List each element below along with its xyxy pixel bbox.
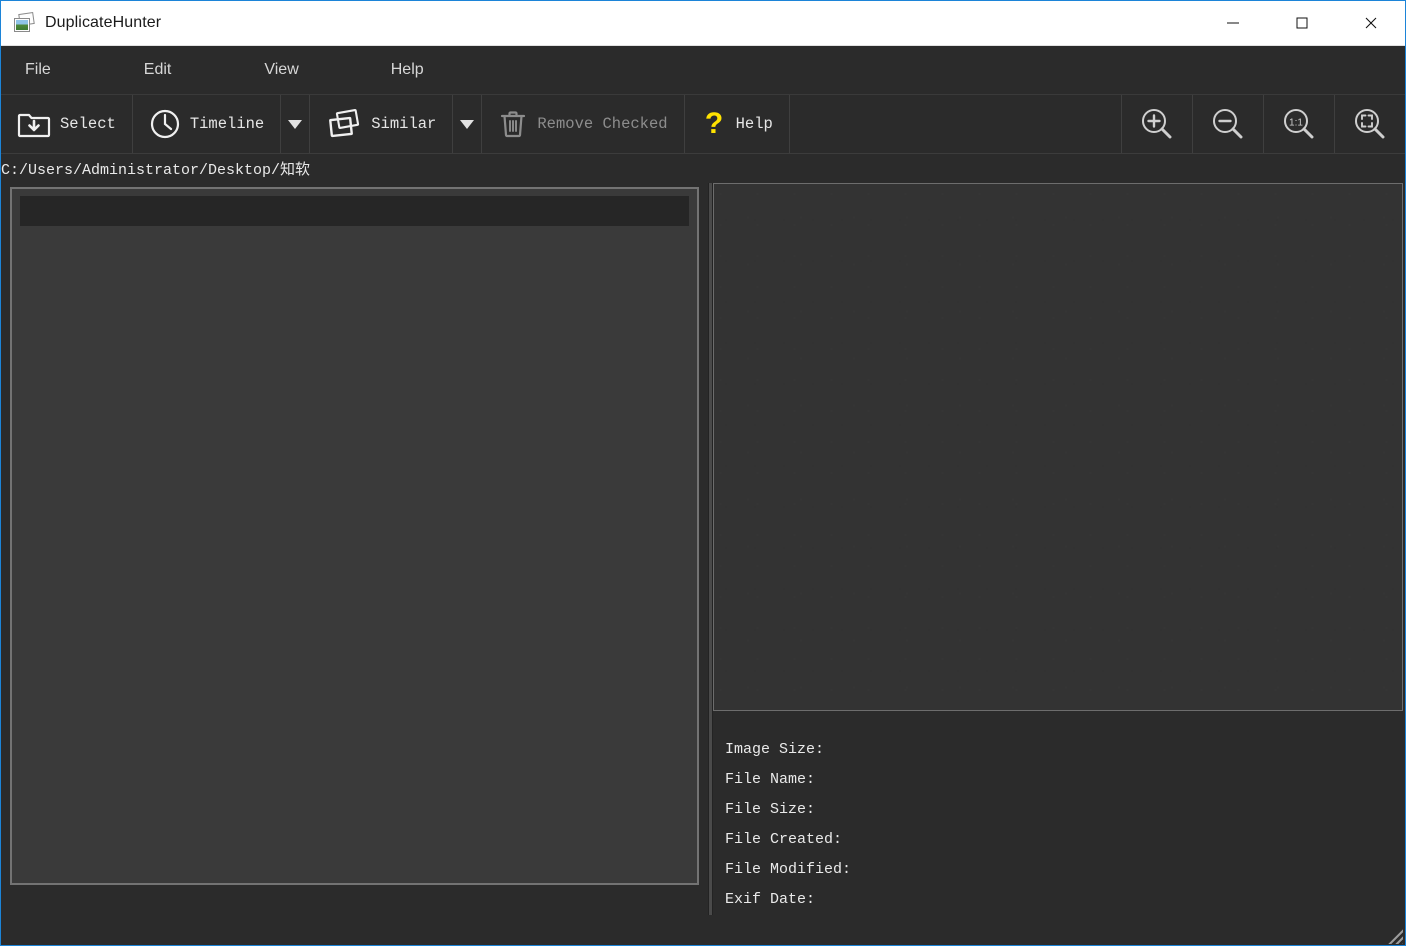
timeline-dropdown-button[interactable] — [281, 95, 311, 153]
path-bar: C:/Users/Administrator/Desktop/知软 — [1, 154, 1405, 183]
zoom-in-button[interactable] — [1121, 95, 1192, 153]
similar-button-label: Similar — [371, 115, 437, 133]
clock-icon — [150, 109, 179, 139]
menu-bar: File Edit View Help — [1, 46, 1405, 95]
menu-item-file[interactable]: File — [15, 57, 61, 83]
zoom-fit-button[interactable] — [1334, 95, 1405, 153]
preview-pane: Image Size: File Name: File Size: File C… — [713, 183, 1405, 945]
zoom-in-icon — [1142, 109, 1172, 139]
metadata-row-file-created: File Created: — [725, 831, 843, 848]
image-preview-area[interactable] — [713, 183, 1403, 711]
svg-text:1:1: 1:1 — [1289, 118, 1303, 129]
photos-stack-icon — [13, 12, 35, 34]
select-button[interactable]: Select — [1, 95, 133, 153]
metadata-row-exif-date: Exif Date: — [725, 891, 816, 908]
remove-checked-button-label: Remove Checked — [537, 115, 668, 133]
zoom-actual-size-button[interactable]: 1:1 — [1263, 95, 1334, 153]
maximize-icon — [1296, 17, 1307, 29]
minimize-button[interactable] — [1198, 1, 1267, 45]
resize-grip-icon[interactable] — [1385, 926, 1403, 944]
application-window: DuplicateHunter File Edit View Help Sele… — [0, 0, 1406, 946]
window-title: DuplicateHunter — [45, 14, 162, 31]
main-content: Image Size: File Name: File Size: File C… — [1, 183, 1405, 945]
trash-icon — [501, 111, 526, 138]
toolbar: Select Timeline Similar Remove Checked ?… — [1, 95, 1405, 154]
file-list-panel[interactable] — [10, 187, 699, 885]
title-bar: DuplicateHunter — [1, 1, 1405, 46]
metadata-row-file-modified: File Modified: — [725, 861, 852, 878]
close-button[interactable] — [1336, 1, 1405, 45]
zoom-one-to-one-icon: 1:1 — [1284, 109, 1314, 139]
folder-download-icon — [17, 113, 51, 138]
metadata-row-image-size: Image Size: — [725, 741, 825, 758]
file-list-body[interactable] — [12, 226, 697, 883]
status-bar — [1, 915, 1405, 945]
timeline-button[interactable]: Timeline — [133, 95, 282, 153]
file-list-pane — [1, 183, 708, 915]
file-list-header — [20, 196, 689, 226]
svg-text:?: ? — [704, 107, 722, 140]
help-button[interactable]: ? Help — [685, 95, 790, 153]
window-controls — [1198, 1, 1405, 45]
menu-item-view[interactable]: View — [254, 57, 308, 83]
photos-stack-icon — [329, 109, 360, 138]
zoom-out-button[interactable] — [1192, 95, 1263, 153]
similar-dropdown-button[interactable] — [453, 95, 483, 153]
close-icon — [1365, 17, 1376, 29]
zoom-fit-to-window-icon — [1355, 109, 1385, 139]
chevron-down-icon — [460, 119, 475, 129]
help-button-label: Help — [735, 115, 773, 133]
menu-item-help[interactable]: Help — [381, 57, 434, 83]
metadata-panel: Image Size: File Name: File Size: File C… — [713, 711, 1405, 945]
chevron-down-icon — [288, 119, 303, 129]
zoom-out-icon — [1213, 109, 1243, 139]
current-folder-path: C:/Users/Administrator/Desktop/知软 — [1, 162, 311, 179]
metadata-row-file-size: File Size: — [725, 801, 816, 818]
metadata-row-file-name: File Name: — [725, 771, 816, 788]
similar-button[interactable]: Similar — [310, 95, 454, 153]
maximize-button[interactable] — [1267, 1, 1336, 45]
timeline-button-label: Timeline — [189, 115, 265, 133]
select-button-label: Select — [60, 115, 116, 133]
remove-checked-button[interactable]: Remove Checked — [482, 95, 685, 153]
minimize-icon — [1226, 22, 1239, 24]
menu-item-edit[interactable]: Edit — [134, 57, 182, 83]
question-mark-icon: ? — [704, 107, 722, 140]
